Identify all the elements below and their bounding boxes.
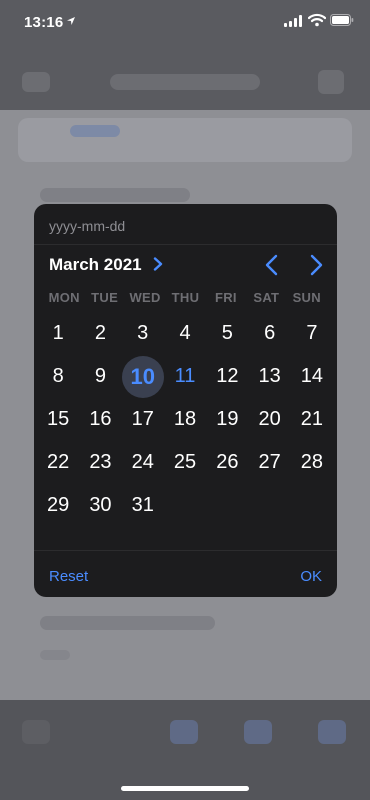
- calendar-day[interactable]: 15: [37, 398, 79, 441]
- calendar-day[interactable]: 3: [122, 312, 164, 355]
- calendar-day-selected[interactable]: 10: [122, 355, 164, 398]
- calendar-day[interactable]: 9: [79, 355, 121, 398]
- calendar-day[interactable]: 7: [291, 312, 333, 355]
- background-tab: [244, 720, 272, 744]
- calendar-week: 1 2 3 4 5 6 7: [37, 312, 334, 355]
- weekday-label: SUN: [292, 290, 321, 305]
- battery-icon: [330, 14, 354, 26]
- background-nav-title: [110, 74, 260, 90]
- calendar-day-highlighted[interactable]: 11: [164, 355, 206, 398]
- calendar-day[interactable]: 5: [206, 312, 248, 355]
- calendar-day[interactable]: 1: [37, 312, 79, 355]
- previous-month-button[interactable]: [262, 254, 282, 276]
- calendar-day[interactable]: 20: [248, 398, 290, 441]
- calendar-day[interactable]: 17: [122, 398, 164, 441]
- background-nav-left: [22, 72, 50, 92]
- next-month-button[interactable]: [306, 254, 326, 276]
- calendar-day[interactable]: 8: [37, 355, 79, 398]
- calendar-day[interactable]: 27: [248, 441, 290, 484]
- calendar-day[interactable]: 26: [206, 441, 248, 484]
- date-format-placeholder: yyyy-mm-dd: [49, 218, 126, 234]
- calendar-week: 15 16 17 18 19 20 21: [37, 398, 334, 441]
- calendar-day-empty: [164, 484, 206, 527]
- calendar-day[interactable]: 22: [37, 441, 79, 484]
- calendar-day-empty: [248, 484, 290, 527]
- calendar-day[interactable]: 16: [79, 398, 121, 441]
- wifi-icon: [308, 13, 326, 27]
- chevron-right-icon[interactable]: [153, 257, 163, 271]
- calendar-day[interactable]: 21: [291, 398, 333, 441]
- month-year-selector[interactable]: March 2021: [49, 255, 142, 275]
- weekday-label: MON: [48, 290, 80, 305]
- calendar-day[interactable]: 29: [37, 484, 79, 527]
- calendar-week: 8 9 10 11 12 13 14: [37, 355, 334, 398]
- weekday-label: SAT: [253, 290, 280, 305]
- background-text-line: [40, 616, 215, 630]
- calendar-day[interactable]: 18: [164, 398, 206, 441]
- reset-button[interactable]: Reset: [49, 568, 88, 585]
- calendar-day[interactable]: 13: [248, 355, 290, 398]
- weekday-label: THU: [171, 290, 200, 305]
- calendar-day[interactable]: 25: [164, 441, 206, 484]
- calendar-day[interactable]: 2: [79, 312, 121, 355]
- background-card-text: [70, 125, 120, 137]
- background-bottom-bar: [0, 700, 370, 800]
- calendar-day[interactable]: 28: [291, 441, 333, 484]
- calendar-day-empty: [206, 484, 248, 527]
- divider: [34, 550, 337, 551]
- calendar-day[interactable]: 19: [206, 398, 248, 441]
- background-tab: [318, 720, 346, 744]
- status-bar: 13:16: [0, 0, 370, 44]
- calendar-day[interactable]: 6: [248, 312, 290, 355]
- cellular-signal-icon: [284, 15, 302, 27]
- calendar-week: 22 23 24 25 26 27 28: [37, 441, 334, 484]
- ok-button[interactable]: OK: [300, 568, 322, 585]
- calendar-day[interactable]: 4: [164, 312, 206, 355]
- weekday-label: WED: [129, 290, 161, 305]
- weekday-label: FRI: [214, 290, 237, 305]
- background-tab: [22, 720, 50, 744]
- date-picker-popover: yyyy-mm-dd March 2021 MON TUE WED THU FR…: [34, 204, 337, 597]
- calendar-day[interactable]: 14: [291, 355, 333, 398]
- weekday-header: MON TUE WED THU FRI SAT SUN: [44, 290, 327, 305]
- calendar-grid: 1 2 3 4 5 6 7 8 9 10 11 12 13 14 15 16 1…: [37, 312, 334, 527]
- calendar-day[interactable]: 31: [122, 484, 164, 527]
- calendar-day[interactable]: 30: [79, 484, 121, 527]
- background-text-line: [40, 650, 70, 660]
- background-nav-right: [318, 70, 344, 94]
- calendar-day-empty: [291, 484, 333, 527]
- weekday-label: TUE: [91, 290, 119, 305]
- calendar-day[interactable]: 12: [206, 355, 248, 398]
- calendar-day[interactable]: 23: [79, 441, 121, 484]
- status-time: 13:16: [24, 14, 64, 31]
- location-arrow-icon: [67, 17, 75, 25]
- calendar-day[interactable]: 24: [122, 441, 164, 484]
- background-tab: [170, 720, 198, 744]
- home-indicator[interactable]: [121, 786, 249, 791]
- background-text-line: [40, 188, 190, 202]
- background-card: [18, 118, 352, 162]
- calendar-week: 29 30 31: [37, 484, 334, 527]
- divider: [34, 244, 337, 245]
